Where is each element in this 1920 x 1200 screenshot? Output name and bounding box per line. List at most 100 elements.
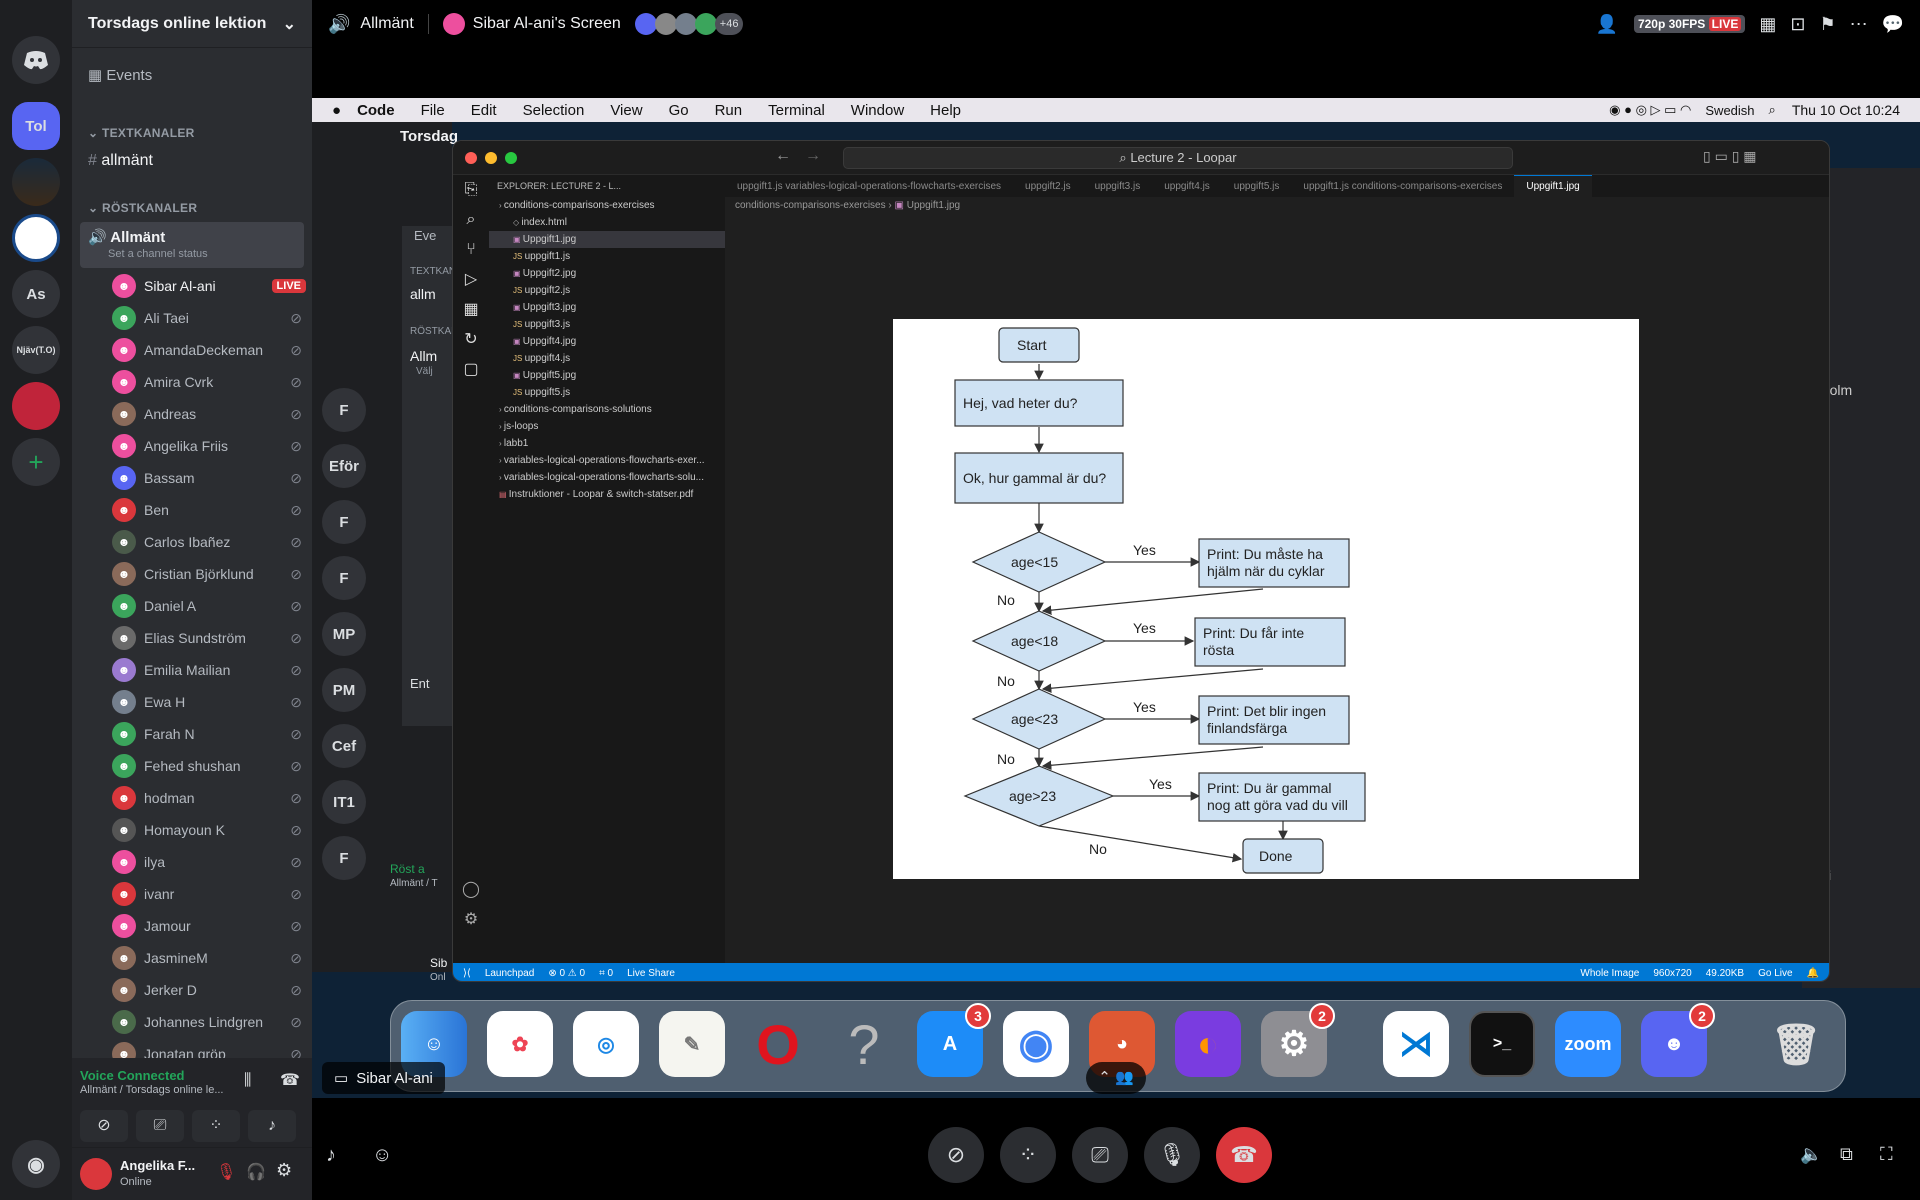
file-tree-item[interactable]: ▣ Uppgift2.jpg bbox=[489, 265, 725, 282]
discord-icon[interactable]: ☻ 2 bbox=[1641, 1003, 1715, 1077]
voice-category[interactable]: ⌄ RÖSTKANALER bbox=[72, 201, 197, 215]
mac-menu-item[interactable]: Edit bbox=[471, 102, 497, 119]
bell-icon[interactable]: 🔔 bbox=[1807, 968, 1819, 979]
member-row[interactable]: ☻ Ali Taei ⊘ bbox=[112, 302, 312, 334]
trash-icon[interactable]: 🗑 bbox=[1763, 1011, 1829, 1077]
events-link[interactable]: ▦ Events bbox=[88, 66, 152, 84]
textedit-icon[interactable]: ✎ bbox=[659, 1011, 725, 1077]
file-tree-item[interactable]: › conditions-comparisons-exercises bbox=[489, 197, 725, 214]
maximize-window-button[interactable] bbox=[505, 152, 517, 164]
vscode-icon[interactable]: ⋊ bbox=[1383, 1011, 1449, 1077]
member-row[interactable]: ☻ Jamour ⊘ bbox=[112, 910, 312, 942]
discover-icon[interactable]: ◉ bbox=[12, 1140, 60, 1188]
status-golive[interactable]: Go Live bbox=[1758, 968, 1792, 979]
server-red[interactable] bbox=[12, 382, 60, 430]
editor-tab[interactable]: uppgift3.js bbox=[1083, 181, 1153, 192]
editor-tab[interactable]: uppgift1.js variables-logical-operations… bbox=[725, 181, 1013, 192]
server-landscape[interactable] bbox=[12, 158, 60, 206]
file-tree-item[interactable]: ▣ Uppgift1.jpg bbox=[489, 231, 725, 248]
emoji-icon[interactable]: ☺ bbox=[372, 1144, 392, 1167]
server-as[interactable]: As bbox=[12, 270, 60, 318]
layout-icons[interactable]: ▯ ▭ ▯ ▦ bbox=[1703, 148, 1757, 165]
member-row[interactable]: ☻ AmandaDeckeman ⊘ bbox=[112, 334, 312, 366]
status-zoom[interactable]: Whole Image bbox=[1580, 968, 1639, 979]
server-school[interactable] bbox=[12, 214, 60, 262]
member-row[interactable]: ☻ Johannes Lindgren ⊘ bbox=[112, 1006, 312, 1038]
mac-menu-item[interactable]: Help bbox=[930, 102, 961, 119]
volume-icon[interactable]: 🔈 bbox=[1800, 1144, 1822, 1165]
file-tree-item[interactable]: › conditions-comparisons-solutions bbox=[489, 401, 725, 418]
shared-screen[interactable]: ● Code File Edit Selection View Go Run Termina… bbox=[312, 98, 1920, 1098]
member-row[interactable]: ☻ Farah N ⊘ bbox=[112, 718, 312, 750]
command-center[interactable]: ⌕ Lecture 2 - Loopar bbox=[843, 147, 1513, 169]
camera-off-icon[interactable]: ⊘ bbox=[80, 1110, 128, 1142]
member-row[interactable]: ☻ Ben ⊘ bbox=[112, 494, 312, 526]
file-tree-item[interactable]: JS uppgift2.js bbox=[489, 282, 725, 299]
activities-button[interactable]: ⁘ bbox=[1000, 1127, 1056, 1183]
member-row[interactable]: ☻ JasmineM ⊘ bbox=[112, 942, 312, 974]
server-tol[interactable]: Tol bbox=[12, 102, 60, 150]
leave-call-button[interactable]: ☎ bbox=[1216, 1127, 1272, 1183]
add-server-icon[interactable]: + bbox=[12, 438, 60, 486]
viewer-avatars[interactable]: +46 bbox=[634, 13, 744, 35]
chrome-icon[interactable]: ◉ bbox=[1003, 1011, 1069, 1077]
member-row[interactable]: ☻ Sibar Al-ani LIVE bbox=[112, 270, 312, 302]
safari-icon[interactable]: ◎ bbox=[573, 1011, 639, 1077]
activities-icon[interactable]: ⁘ bbox=[192, 1110, 240, 1142]
mac-menu-item[interactable]: Run bbox=[715, 102, 743, 119]
member-row[interactable]: ☻ Ewa H ⊘ bbox=[112, 686, 312, 718]
voice-channel-allmant[interactable]: 🔊 Allmänt Set a channel status bbox=[80, 222, 304, 268]
editor-tab[interactable]: Uppgift1.jpg bbox=[1514, 175, 1592, 197]
status-ports[interactable]: ⌗ 0 bbox=[599, 968, 613, 979]
disconnect-icon[interactable]: ☎ bbox=[280, 1070, 300, 1090]
member-row[interactable]: ☻ Bassam ⊘ bbox=[112, 462, 312, 494]
mute-button[interactable]: 🎙 bbox=[1144, 1127, 1200, 1183]
avatar[interactable] bbox=[80, 1158, 112, 1190]
mac-menu-item[interactable]: File bbox=[421, 102, 445, 119]
channel-status[interactable]: Set a channel status bbox=[108, 248, 208, 260]
file-tree-item[interactable]: ▣ Uppgift3.jpg bbox=[489, 299, 725, 316]
forward-arrow-icon[interactable]: → bbox=[805, 147, 821, 165]
member-row[interactable]: ☻ Andreas ⊘ bbox=[112, 398, 312, 430]
close-window-button[interactable] bbox=[465, 152, 477, 164]
share-screen-icon[interactable]: ⎚ bbox=[136, 1110, 184, 1142]
remote-icon[interactable]: ⟩⟨ bbox=[463, 968, 471, 979]
guild-header[interactable]: Torsdags online lektion ⌄ bbox=[72, 0, 312, 48]
noise-icon[interactable]: ⫼ bbox=[244, 1072, 251, 1090]
account-icons[interactable]: ◯ ⚙ bbox=[453, 875, 489, 935]
mac-menu-item[interactable]: Selection bbox=[523, 102, 585, 119]
file-tree-item[interactable]: › js-loops bbox=[489, 418, 725, 435]
soundboard-icon[interactable]: ♪ bbox=[248, 1110, 296, 1142]
firefox-icon[interactable]: ◐ bbox=[1175, 1011, 1241, 1077]
file-tree-item[interactable]: JS uppgift1.js bbox=[489, 248, 725, 265]
file-tree-item[interactable]: JS uppgift5.js bbox=[489, 384, 725, 401]
member-row[interactable]: ☻ Cristian Björklund ⊘ bbox=[112, 558, 312, 590]
member-row[interactable]: ☻ Jerker D ⊘ bbox=[112, 974, 312, 1006]
file-tree-item[interactable]: ◇ index.html bbox=[489, 214, 725, 231]
back-arrow-icon[interactable]: ← bbox=[775, 147, 791, 165]
gear-icon[interactable]: ⚙ bbox=[276, 1160, 292, 1181]
editor-tab[interactable]: uppgift2.js bbox=[1013, 181, 1083, 192]
file-tree-item[interactable]: ▣ Uppgift4.jpg bbox=[489, 333, 725, 350]
member-row[interactable]: ☻ Fehed shushan ⊘ bbox=[112, 750, 312, 782]
zoom-icon[interactable]: zoom bbox=[1555, 1011, 1621, 1077]
camera-off-button[interactable]: ⊘ bbox=[928, 1127, 984, 1183]
headphones-icon[interactable]: 🎧 bbox=[246, 1162, 266, 1182]
status-problems[interactable]: ⊗ 0 ⚠ 0 bbox=[548, 968, 585, 979]
member-row[interactable]: ☻ hodman ⊘ bbox=[112, 782, 312, 814]
mac-menu-item[interactable]: View bbox=[610, 102, 642, 119]
server-njav[interactable]: Njäv(T.O) bbox=[12, 326, 60, 374]
mic-muted-icon[interactable]: 🎙 bbox=[216, 1162, 236, 1182]
grid-icon[interactable]: ▦ bbox=[1759, 14, 1776, 35]
text-category[interactable]: ⌄ TEXTKANALER bbox=[72, 126, 195, 140]
member-row[interactable]: ☻ Emilia Mailian ⊘ bbox=[112, 654, 312, 686]
fullscreen-icon[interactable]: ⛶ bbox=[1880, 1144, 1893, 1165]
system-settings-icon[interactable]: ⚙ 2 bbox=[1261, 1003, 1335, 1077]
member-row[interactable]: ☻ Angelika Friis ⊘ bbox=[112, 430, 312, 462]
file-tree-item[interactable]: › variables-logical-operations-flowchart… bbox=[489, 452, 725, 469]
share-screen-button[interactable]: ⎚ bbox=[1072, 1127, 1128, 1183]
file-tree-item[interactable]: JS uppgift4.js bbox=[489, 350, 725, 367]
breadcrumb-file[interactable]: Uppgift1.jpg bbox=[907, 200, 960, 211]
member-row[interactable]: ☻ Elias Sundström ⊘ bbox=[112, 622, 312, 654]
unknown-app-icon[interactable]: ? bbox=[831, 1011, 897, 1077]
